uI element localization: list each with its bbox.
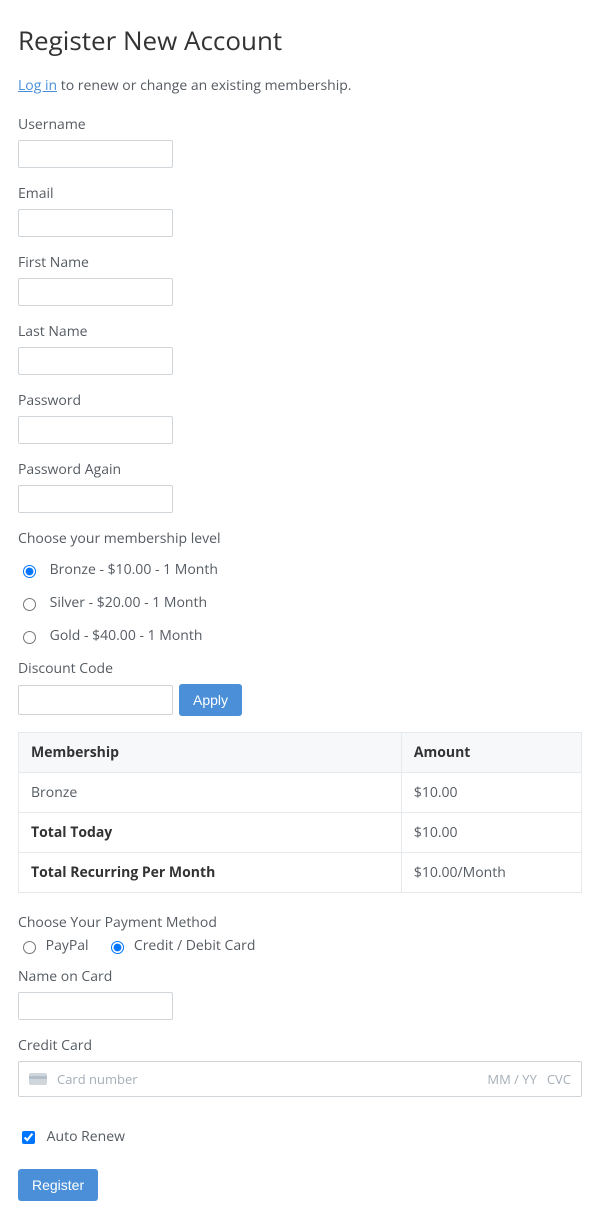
summary-total-today-label: Total Today <box>19 813 402 853</box>
payment-card-label: Credit / Debit Card <box>134 936 256 955</box>
auto-renew-option[interactable]: Auto Renew <box>18 1127 125 1146</box>
membership-radio-bronze[interactable] <box>23 565 36 578</box>
membership-option-bronze-label: Bronze - $10.00 - 1 Month <box>50 560 218 579</box>
summary-recurring-label: Total Recurring Per Month <box>19 853 402 893</box>
membership-option-gold-label: Gold - $40.00 - 1 Month <box>50 626 203 645</box>
payment-paypal-label: PayPal <box>46 936 89 955</box>
summary-recurring-value: $10.00/Month <box>401 853 581 893</box>
payment-option-paypal[interactable]: PayPal <box>18 936 92 955</box>
page-title: Register New Account <box>18 22 582 58</box>
lastname-input[interactable] <box>18 347 173 375</box>
membership-choose-label: Choose your membership level <box>18 529 582 548</box>
firstname-input[interactable] <box>18 278 173 306</box>
summary-total-today-value: $10.00 <box>401 813 581 853</box>
username-input[interactable] <box>18 140 173 168</box>
summary-col-amount: Amount <box>401 733 581 773</box>
password2-input[interactable] <box>18 485 173 513</box>
summary-row-name: Bronze <box>19 773 402 813</box>
username-label: Username <box>18 115 582 134</box>
discount-input[interactable] <box>18 685 173 715</box>
membership-option-silver[interactable]: Silver - $20.00 - 1 Month <box>18 593 207 612</box>
payment-choose-label: Choose Your Payment Method <box>18 913 582 932</box>
table-row: Total Recurring Per Month $10.00/Month <box>19 853 582 893</box>
firstname-label: First Name <box>18 253 582 272</box>
intro-rest: to renew or change an existing membershi… <box>57 76 351 95</box>
card-cvc-placeholder: CVC <box>547 1070 571 1088</box>
credit-card-label: Credit Card <box>18 1036 582 1055</box>
password-label: Password <box>18 391 582 410</box>
password2-label: Password Again <box>18 460 582 479</box>
name-on-card-label: Name on Card <box>18 967 582 986</box>
name-on-card-input[interactable] <box>18 992 173 1020</box>
credit-card-input[interactable]: Card number MM / YY CVC <box>18 1061 582 1097</box>
table-row: Total Today $10.00 <box>19 813 582 853</box>
summary-col-membership: Membership <box>19 733 402 773</box>
table-row: Bronze $10.00 <box>19 773 582 813</box>
summary-table: Membership Amount Bronze $10.00 Total To… <box>18 732 582 893</box>
password-input[interactable] <box>18 416 173 444</box>
intro-text: Log in to renew or change an existing me… <box>18 76 582 95</box>
register-button[interactable]: Register <box>18 1169 98 1201</box>
auto-renew-checkbox[interactable] <box>22 1131 35 1144</box>
membership-radio-silver[interactable] <box>23 598 36 611</box>
summary-row-amount: $10.00 <box>401 773 581 813</box>
card-number-placeholder: Card number <box>57 1070 138 1088</box>
discount-label: Discount Code <box>18 659 582 678</box>
payment-radio-card[interactable] <box>111 941 124 954</box>
payment-option-card[interactable]: Credit / Debit Card <box>106 936 255 955</box>
membership-radio-gold[interactable] <box>23 631 36 644</box>
apply-button[interactable]: Apply <box>179 684 242 716</box>
card-expiry-placeholder: MM / YY <box>487 1070 536 1088</box>
email-label: Email <box>18 184 582 203</box>
membership-option-silver-label: Silver - $20.00 - 1 Month <box>50 593 207 612</box>
membership-option-bronze[interactable]: Bronze - $10.00 - 1 Month <box>18 560 218 579</box>
auto-renew-label: Auto Renew <box>47 1127 125 1146</box>
payment-radio-paypal[interactable] <box>23 941 36 954</box>
login-link[interactable]: Log in <box>18 76 57 95</box>
email-input[interactable] <box>18 209 173 237</box>
card-icon <box>29 1073 47 1085</box>
lastname-label: Last Name <box>18 322 582 341</box>
membership-option-gold[interactable]: Gold - $40.00 - 1 Month <box>18 626 202 645</box>
